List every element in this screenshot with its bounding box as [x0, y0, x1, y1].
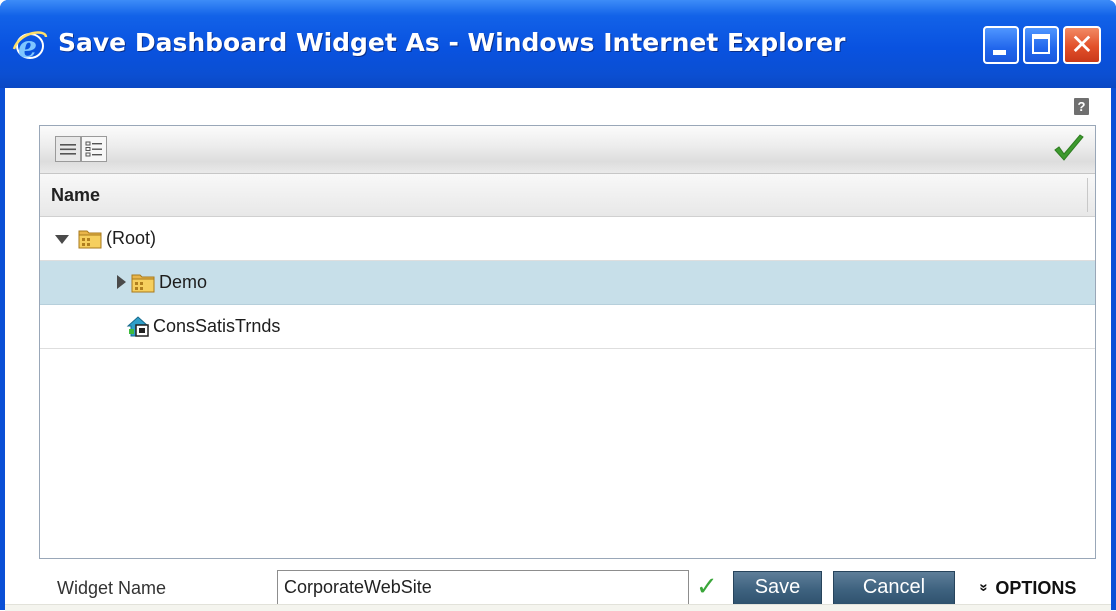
maximize-icon [1032, 34, 1050, 54]
detail-view-icon [85, 141, 102, 157]
close-button[interactable]: ✕ [1063, 26, 1101, 64]
minimize-button[interactable] [983, 26, 1019, 64]
folder-browser-panel: Name (Root) Demo ConsSatisTrnds [39, 125, 1096, 559]
options-toggle[interactable]: » OPTIONS [976, 578, 1077, 599]
collapse-arrow-icon[interactable] [55, 235, 69, 244]
help-icon[interactable]: ? [1074, 98, 1089, 115]
internet-explorer-icon: e [12, 30, 48, 63]
checkmark-icon[interactable] [1052, 133, 1086, 165]
expand-arrow-icon[interactable] [117, 275, 126, 289]
options-label: OPTIONS [995, 578, 1077, 598]
tree-item-label: ConsSatisTrnds [153, 316, 281, 336]
folder-icon [78, 230, 102, 249]
widget-name-input[interactable] [277, 570, 689, 605]
browser-toolbar [40, 126, 1095, 174]
column-divider [1087, 178, 1088, 212]
tree-item-label: (Root) [106, 228, 157, 248]
maximize-button[interactable] [1023, 26, 1059, 64]
tree-item-label: Demo [159, 272, 208, 292]
double-chevron-down-icon: » [975, 583, 993, 592]
tree-item-conssatistrnds[interactable]: ConsSatisTrnds [40, 305, 1095, 349]
column-header[interactable]: Name [40, 174, 1095, 217]
title-bar[interactable]: e Save Dashboard Widget As - Windows Int… [0, 0, 1116, 88]
tree-item-demo[interactable]: Demo [40, 261, 1095, 305]
dialog-content: ? Name (Root) Demo ConsSatisTrnds Widget… [5, 88, 1111, 611]
folder-icon [131, 274, 155, 293]
close-icon: ✕ [1070, 28, 1094, 61]
dashboard-widget-icon [126, 316, 150, 337]
widget-name-label: Widget Name [57, 578, 167, 598]
list-view-button[interactable] [55, 136, 81, 162]
save-button[interactable]: Save [733, 571, 822, 605]
cancel-button[interactable]: Cancel [833, 571, 955, 605]
ie-window: e Save Dashboard Widget As - Windows Int… [0, 0, 1116, 611]
detail-view-button[interactable] [81, 136, 107, 162]
list-view-icon [60, 144, 76, 155]
name-column-header[interactable]: Name [51, 185, 100, 206]
minimize-icon [993, 50, 1006, 55]
tree-item-root[interactable]: (Root) [40, 217, 1095, 261]
window-title: Save Dashboard Widget As - Windows Inter… [58, 28, 846, 57]
valid-checkmark-icon: ✓ [696, 572, 718, 602]
